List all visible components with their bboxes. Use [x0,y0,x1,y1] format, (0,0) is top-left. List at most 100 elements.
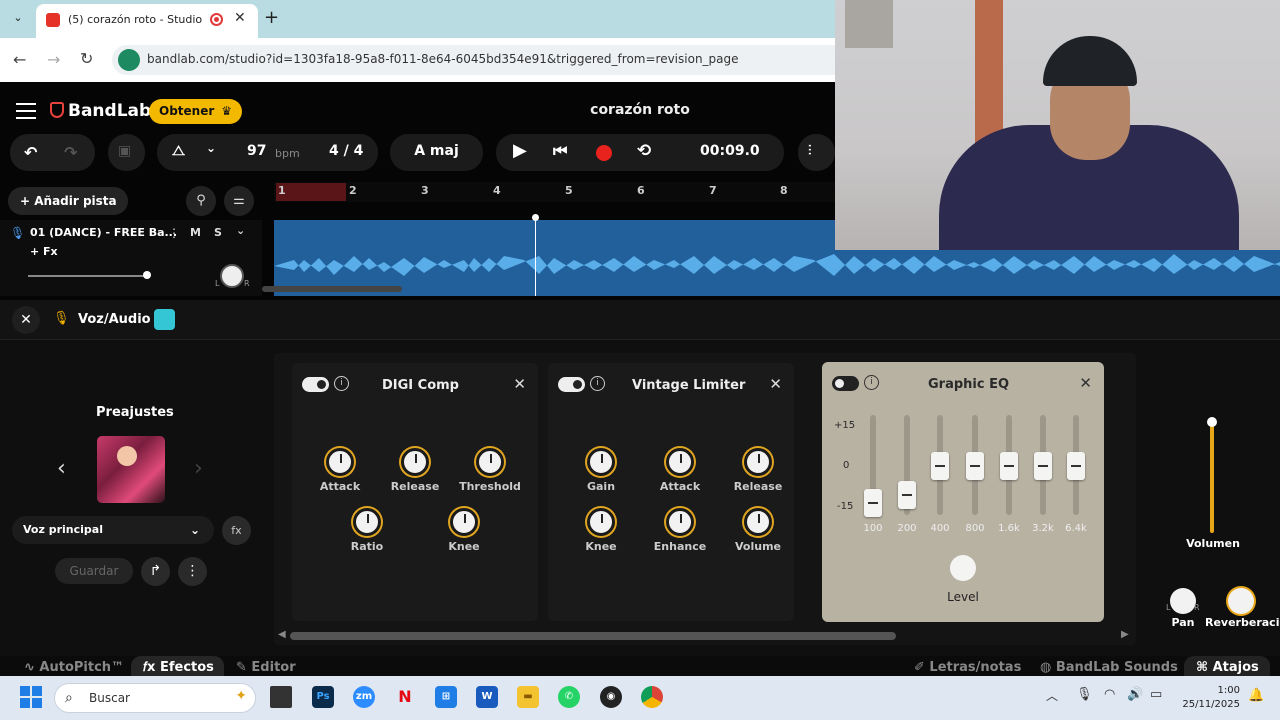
taskbar-search[interactable]: ⌕ Buscar ✦ [54,683,256,713]
eq-band-thumb[interactable] [1034,452,1052,480]
knob-enhance[interactable]: Enhance [654,508,706,553]
obs-icon[interactable]: ◉ [600,686,622,708]
scroll-right-icon[interactable]: ▶ [1121,629,1129,640]
task-view-icon[interactable] [270,686,292,708]
redo-icon[interactable]: ↷ [64,143,77,162]
eq-band-thumb[interactable] [864,489,882,517]
metronome-chevron-icon[interactable]: ⌄ [206,141,216,155]
netflix-icon[interactable]: N [394,686,416,708]
back-icon[interactable]: ← [13,50,26,69]
taskbar-clock[interactable]: 1:00 25/11/2025 [1180,684,1240,712]
knob-attack[interactable]: Attack [320,448,360,493]
loop-region[interactable] [276,183,346,201]
knob-knee[interactable]: Knee [584,508,618,553]
preset-prev-icon[interactable]: ‹ [57,456,66,481]
undo-icon[interactable]: ↶ [24,143,37,162]
tab-close-icon[interactable]: ✕ [234,10,246,26]
digi-comp-close-icon[interactable]: ✕ [513,375,526,393]
new-tab-button[interactable]: + [264,7,279,28]
address-bar[interactable]: bandlab.com/studio?id=1303fa18-95a8-f011… [112,45,852,75]
battery-icon[interactable]: ▭ [1150,687,1162,702]
track-more-icon[interactable]: ⋮ [168,226,180,240]
track-settings-icon[interactable]: ⚌ [224,186,254,216]
effects-chain-scrollbar[interactable] [290,632,896,640]
bpm-value[interactable]: 97 [247,143,266,159]
play-icon[interactable]: ▶ [513,140,527,161]
tab-atajos[interactable]: ⌘ Atajos [1196,660,1259,675]
volume-icon[interactable]: 🔊 [1127,687,1143,702]
remove-fx-icon[interactable]: fx [222,516,251,545]
metronome-icon[interactable]: ⧍ [172,143,185,159]
site-info-icon[interactable] [118,49,140,71]
skip-back-icon[interactable]: ⏮ [553,141,567,161]
forward-icon[interactable]: → [47,50,60,69]
more-icon[interactable]: ⋮ [178,557,207,586]
windows-start-icon[interactable] [20,686,42,708]
store-icon[interactable]: ⊞ [435,686,457,708]
tab-efectos[interactable]: 𝑓x Efectos [143,660,214,675]
knob-release[interactable]: Release [734,448,782,493]
loop-icon[interactable]: ⟲ [637,141,651,161]
tab-search-chevron-icon[interactable]: ⌄ [8,8,28,28]
track-expand-chevron-icon[interactable]: ⌄ [236,224,245,237]
obtener-button[interactable]: Obtener ♛ [149,99,242,124]
eq-band-thumb[interactable] [1067,452,1085,480]
info-icon[interactable]: i [334,376,349,391]
eq-band-thumb[interactable] [966,452,984,480]
preset-select[interactable]: Voz principal ⌄ [12,516,214,544]
eq-level-knob[interactable] [950,555,976,581]
time-signature[interactable]: 4 / 4 [329,143,363,159]
tab-letras[interactable]: ✐ Letras/notas [914,660,1021,675]
scroll-left-icon[interactable]: ◀ [278,629,286,640]
vintage-limiter-toggle[interactable] [558,377,585,392]
file-explorer-icon[interactable]: ▬ [517,686,539,708]
knob-attack[interactable]: Attack [660,448,700,493]
preset-thumbnail[interactable] [97,436,165,503]
show-hidden-icons-chevron-icon[interactable]: ︿ [1046,687,1058,704]
knob-knee[interactable]: Knee [447,508,481,553]
pan-knob[interactable] [1170,588,1196,614]
info-icon[interactable]: i [864,375,879,390]
photoshop-icon[interactable]: Ps [312,686,334,708]
knob-volume[interactable]: Volume [735,508,781,553]
whatsapp-icon[interactable]: ✆ [558,686,580,708]
bandlab-logo[interactable]: BandLab [68,101,151,121]
wifi-icon[interactable]: ◠ [1104,687,1115,702]
tab-editor[interactable]: ✎ Editor [236,660,296,675]
vintage-limiter-close-icon[interactable]: ✕ [769,375,782,393]
knob-threshold[interactable]: Threshold [459,448,521,493]
reload-icon[interactable]: ↻ [80,49,93,68]
mixer-button[interactable] [798,134,835,171]
info-icon[interactable]: i [590,376,605,391]
menu-icon[interactable] [16,103,36,119]
add-fx-button[interactable]: + Fx [30,245,58,258]
add-track-button[interactable]: + Añadir pista [8,187,128,215]
volume-fader-thumb[interactable] [1207,417,1217,427]
volume-fader[interactable] [1210,421,1214,533]
track-name[interactable]: 01 (DANCE) - FREE Ba... [30,226,177,239]
microphone-tray-icon[interactable]: 🎙 [1076,687,1093,702]
track-pan-knob[interactable] [220,264,244,288]
tab-bandlab-sounds[interactable]: ◍ BandLab Sounds [1040,660,1178,675]
preset-next-icon[interactable]: › [194,456,203,481]
share-icon[interactable]: ↱ [141,557,170,586]
knob-release[interactable]: Release [391,448,439,493]
track-volume-slider[interactable] [28,275,146,277]
chrome-icon[interactable] [641,686,663,708]
zoom-icon[interactable]: zm [353,686,375,708]
knob-ratio[interactable]: Ratio [350,508,384,553]
close-effects-icon[interactable]: ✕ [12,306,40,334]
digi-comp-toggle[interactable] [302,377,329,392]
timeline-ruler[interactable] [274,182,835,202]
record-icon[interactable] [596,145,612,161]
save-preset-button[interactable]: Guardar [55,558,133,584]
word-icon[interactable]: W [476,686,498,708]
song-title[interactable]: corazón roto [560,102,720,118]
playhead[interactable] [532,214,539,296]
reverb-knob[interactable] [1228,588,1254,614]
browser-tab[interactable]: (5) corazón roto - Studio ✕ [36,4,258,38]
mute-button[interactable]: M [190,226,201,239]
timeline-scrollbar[interactable] [262,286,402,292]
track-volume-thumb[interactable] [143,271,151,279]
automation-icon[interactable]: ⚲ [186,186,216,216]
